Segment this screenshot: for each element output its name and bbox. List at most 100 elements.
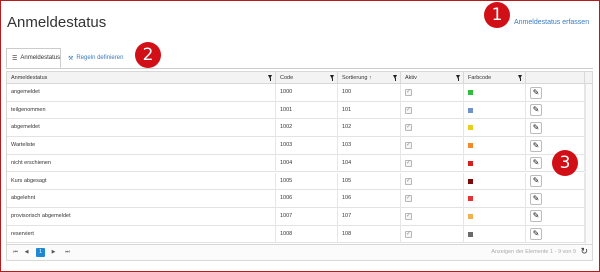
cell-sortierung: 102 bbox=[338, 119, 401, 138]
cell-anmeldestatus: abgelehnt bbox=[7, 190, 276, 208]
cell-code: 1004 bbox=[276, 154, 338, 173]
cell-anmeldestatus: angemeldet bbox=[7, 84, 276, 102]
table-row[interactable]: angemeldet 1000 100 ✓ ✎ bbox=[7, 84, 592, 102]
filter-icon[interactable] bbox=[393, 75, 397, 81]
page-title: Anmeldestatus bbox=[7, 14, 107, 31]
page-1-button[interactable]: 1 bbox=[36, 248, 45, 257]
cell-actions: ✎ bbox=[526, 84, 585, 102]
cell-aktiv: ✓ bbox=[401, 137, 464, 155]
pager: ⏮ ◀ 1 ▶ ⏭ Anzeigen der Elemente 1 - 9 vo… bbox=[7, 244, 592, 260]
cell-actions: ✎ bbox=[526, 207, 585, 226]
cell-sortierung: 106 bbox=[338, 190, 401, 208]
cell-farbcode bbox=[464, 137, 526, 155]
col-header-label: Farbcode bbox=[468, 75, 492, 81]
edit-button[interactable]: ✎ bbox=[530, 86, 542, 99]
tab-regeln-definieren[interactable]: ⚒ Regeln definieren bbox=[63, 48, 141, 68]
next-page-button[interactable]: ▶ bbox=[49, 248, 58, 257]
cell-code: 1003 bbox=[276, 137, 338, 155]
last-page-button[interactable]: ⏭ bbox=[63, 248, 72, 257]
cell-sortierung: 101 bbox=[338, 101, 401, 120]
col-header-code[interactable]: Code bbox=[276, 72, 338, 84]
table-row[interactable]: reserviert 1008 108 ✓ ✎ bbox=[7, 225, 592, 244]
cell-aktiv: ✓ bbox=[401, 225, 464, 244]
refresh-icon[interactable]: ↻ bbox=[580, 246, 588, 257]
cell-farbcode bbox=[464, 190, 526, 208]
cell-actions: ✎ bbox=[526, 190, 585, 208]
table-row[interactable]: abgemeldet 1002 102 ✓ ✎ bbox=[7, 119, 592, 138]
cell-sortierung: 108 bbox=[338, 225, 401, 244]
edit-button[interactable]: ✎ bbox=[530, 139, 542, 152]
pager-info: Anzeigen der Elemente 1 - 9 von 9 bbox=[491, 249, 576, 255]
active-checkbox: ✓ bbox=[405, 124, 412, 132]
col-header-farbcode[interactable]: Farbcode bbox=[464, 72, 526, 84]
cell-actions: ✎ bbox=[526, 119, 585, 138]
color-swatch bbox=[468, 178, 473, 184]
cell-farbcode bbox=[464, 84, 526, 102]
table-row[interactable]: Warteliste 1003 103 ✓ ✎ bbox=[7, 137, 592, 155]
table-row[interactable]: nicht erschienen 1004 104 ✓ ✎ bbox=[7, 154, 592, 173]
col-header-label: Sortierung ↑ bbox=[342, 75, 372, 81]
table-row[interactable]: Kurs abgesagt 1005 105 ✓ ✎ bbox=[7, 172, 592, 191]
cell-aktiv: ✓ bbox=[401, 101, 464, 120]
filter-icon[interactable] bbox=[518, 75, 522, 81]
cell-aktiv: ✓ bbox=[401, 154, 464, 173]
edit-button[interactable]: ✎ bbox=[530, 104, 542, 117]
table-row[interactable]: teilgenommen 1001 101 ✓ ✎ bbox=[7, 101, 592, 120]
cell-code: 1002 bbox=[276, 119, 338, 138]
cell-aktiv: ✓ bbox=[401, 172, 464, 191]
active-checkbox: ✓ bbox=[405, 159, 412, 167]
cell-farbcode bbox=[464, 172, 526, 191]
edit-button[interactable]: ✎ bbox=[530, 210, 542, 223]
col-header-aktiv[interactable]: Aktiv bbox=[401, 72, 464, 84]
table-row[interactable]: abgelehnt 1006 106 ✓ ✎ bbox=[7, 190, 592, 208]
add-status-link[interactable]: Anmeldestatus erfassen bbox=[514, 19, 589, 26]
active-checkbox: ✓ bbox=[405, 195, 412, 203]
filter-icon[interactable] bbox=[330, 75, 334, 81]
cell-actions: ✎ bbox=[526, 137, 585, 155]
color-swatch bbox=[468, 143, 473, 149]
filter-icon[interactable] bbox=[268, 75, 272, 81]
table-row[interactable]: provisorisch abgemeldet 1007 107 ✓ ✎ bbox=[7, 207, 592, 226]
cell-anmeldestatus: provisorisch abgemeldet bbox=[7, 207, 276, 226]
cell-sortierung: 103 bbox=[338, 137, 401, 155]
vertical-scrollbar[interactable] bbox=[585, 84, 592, 244]
cell-sortierung: 105 bbox=[338, 172, 401, 191]
cell-actions: ✎ bbox=[526, 225, 585, 244]
cell-code: 1007 bbox=[276, 207, 338, 226]
edit-button[interactable]: ✎ bbox=[530, 228, 542, 241]
prev-page-button[interactable]: ◀ bbox=[22, 248, 31, 257]
color-swatch bbox=[468, 90, 473, 95]
color-swatch bbox=[468, 160, 473, 166]
tab-anmeldestatus[interactable]: ☰ Anmeldestatus bbox=[6, 48, 61, 68]
cell-code: 1001 bbox=[276, 101, 338, 120]
col-header-label: Aktiv bbox=[405, 75, 417, 81]
color-swatch bbox=[468, 231, 473, 237]
cell-anmeldestatus: nicht erschienen bbox=[7, 154, 276, 173]
edit-button[interactable]: ✎ bbox=[530, 121, 542, 134]
edit-button[interactable]: ✎ bbox=[530, 175, 542, 187]
cell-farbcode bbox=[464, 154, 526, 173]
status-grid: Anmeldestatus Code Sortierung ↑ Aktiv Fa… bbox=[6, 71, 593, 261]
filter-icon[interactable] bbox=[456, 75, 460, 81]
col-header-sortierung[interactable]: Sortierung ↑ bbox=[338, 72, 401, 84]
col-header-label: Anmeldestatus bbox=[11, 75, 48, 81]
color-swatch bbox=[468, 107, 473, 113]
edit-button[interactable]: ✎ bbox=[530, 157, 542, 170]
cell-code: 1000 bbox=[276, 84, 338, 102]
first-page-button[interactable]: ⏮ bbox=[11, 248, 20, 257]
active-checkbox: ✓ bbox=[405, 212, 412, 220]
grid-header: Anmeldestatus Code Sortierung ↑ Aktiv Fa… bbox=[7, 72, 592, 84]
cell-actions: ✎ bbox=[526, 172, 585, 191]
cell-aktiv: ✓ bbox=[401, 207, 464, 226]
cell-code: 1005 bbox=[276, 172, 338, 191]
tab-divider bbox=[6, 68, 593, 69]
col-header-anmeldestatus[interactable]: Anmeldestatus bbox=[7, 72, 276, 84]
tab-label: Anmeldestatus bbox=[20, 55, 61, 61]
callout-marker-3: 3 bbox=[552, 150, 578, 176]
cell-farbcode bbox=[464, 101, 526, 120]
cell-aktiv: ✓ bbox=[401, 190, 464, 208]
rules-icon: ⚒ bbox=[68, 55, 74, 62]
edit-button[interactable]: ✎ bbox=[530, 192, 542, 205]
cell-farbcode bbox=[464, 225, 526, 244]
color-swatch bbox=[468, 196, 473, 202]
